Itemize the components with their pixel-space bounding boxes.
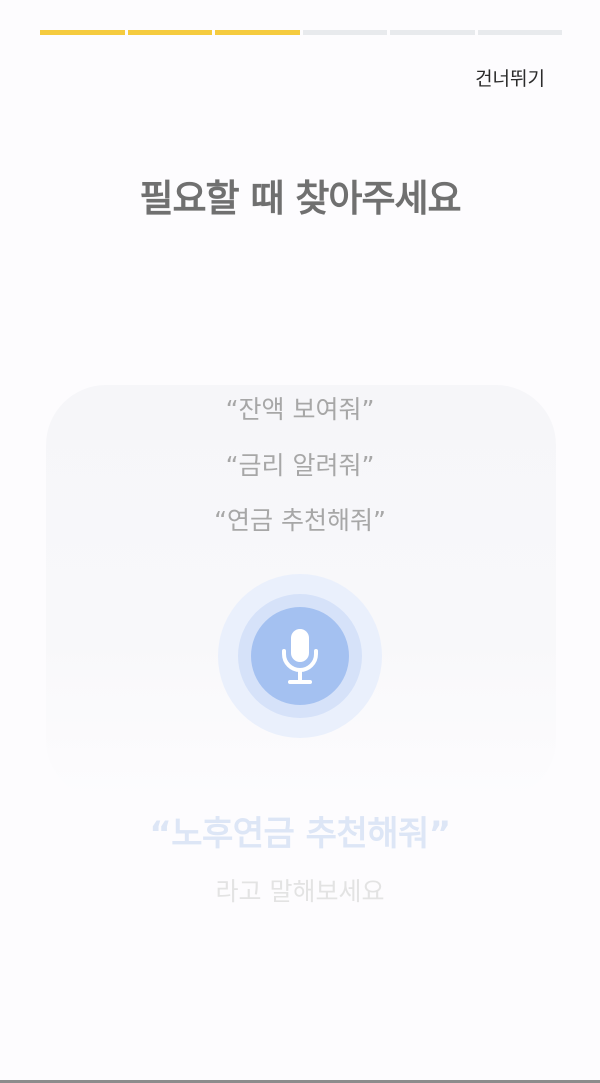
progress-step-3 [215, 30, 300, 35]
onboarding-progress-bar [40, 30, 562, 35]
example-phrase-3: “연금 추천해줘” [214, 506, 386, 535]
example-phrase-2: “금리 알려줘” [225, 451, 375, 480]
voice-prompt-phrase: “노후연금 추천해줘” [149, 814, 451, 854]
progress-step-5 [390, 30, 475, 35]
progress-step-1 [40, 30, 125, 35]
progress-step-2 [127, 30, 212, 35]
progress-step-4 [302, 30, 387, 35]
example-phrase-1: “잔액 보여줘” [225, 395, 375, 424]
voice-prompt-hint: 라고 말해보세요 [215, 877, 385, 906]
page-title: 필요할 때 찾아주세요 [139, 177, 461, 220]
skip-button[interactable]: 건너뛰기 [475, 64, 545, 91]
progress-step-6 [477, 30, 562, 35]
microphone-button[interactable] [251, 607, 349, 705]
microphone-icon [280, 626, 320, 686]
